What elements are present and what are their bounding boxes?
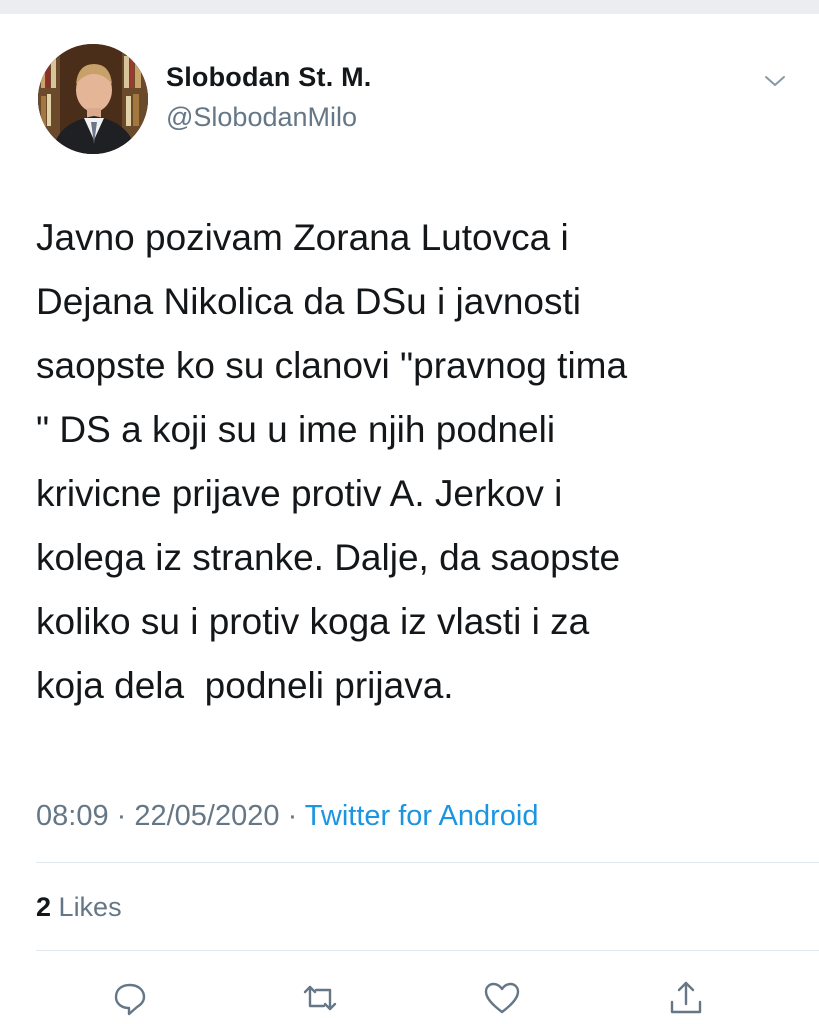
top-strip xyxy=(0,0,819,14)
tweet-meta: 08:09 · 22/05/2020 · Twitter for Android xyxy=(36,800,538,833)
author-display-name[interactable]: Slobodan St. M. xyxy=(166,62,372,93)
like-icon xyxy=(484,982,520,1014)
tweet-text-line: krivicne prijave protiv A. Jerkov i xyxy=(36,473,563,514)
divider xyxy=(36,950,819,951)
share-icon xyxy=(670,981,702,1014)
tweet-text-line: kolega iz stranke. Dalje, da saopste xyxy=(36,537,621,578)
tweet-text-line: Javno pozivam Zorana Lutovca i xyxy=(36,217,569,258)
retweet-icon xyxy=(303,985,337,1011)
tweet-text-line: saopste ko su clanovi "pravnog tima xyxy=(36,345,628,386)
divider xyxy=(36,862,819,863)
tweet-date[interactable]: 22/05/2020 xyxy=(134,800,279,832)
tweet-detail-page: Slobodan St. M. @SlobodanMilo Javno pozi… xyxy=(0,0,819,1024)
likes-summary[interactable]: 2 Likes xyxy=(36,892,122,923)
likes-count: 2 xyxy=(36,892,52,922)
tweet-source-link[interactable]: Twitter for Android xyxy=(305,800,539,832)
share-button[interactable] xyxy=(666,978,706,1018)
meta-separator: · xyxy=(279,800,305,832)
meta-separator: · xyxy=(108,800,135,832)
author-handle[interactable]: @SlobodanMilo xyxy=(166,102,357,133)
tweet-text: Javno pozivam Zorana Lutovca i Dejana Ni… xyxy=(36,206,786,718)
like-button[interactable] xyxy=(482,978,522,1018)
chevron-down-icon xyxy=(765,76,785,86)
tweet-text-line: koja dela podneli prijava. xyxy=(36,665,454,706)
avatar[interactable] xyxy=(38,44,148,154)
tweet-text-line: " DS a koji su u ime njih podneli xyxy=(36,409,556,450)
tweet-options-button[interactable] xyxy=(760,66,790,96)
tweet-time[interactable]: 08:09 xyxy=(36,800,109,832)
reply-icon xyxy=(114,983,146,1016)
tweet-text-line: koliko su i protiv koga iz vlasti i za xyxy=(36,601,590,642)
reply-button[interactable] xyxy=(110,978,150,1018)
tweet-text-line: Dejana Nikolica da DSu i javnosti xyxy=(36,281,581,322)
retweet-button[interactable] xyxy=(300,978,340,1018)
profile-photo-icon xyxy=(38,44,148,154)
likes-label: Likes xyxy=(58,892,122,922)
